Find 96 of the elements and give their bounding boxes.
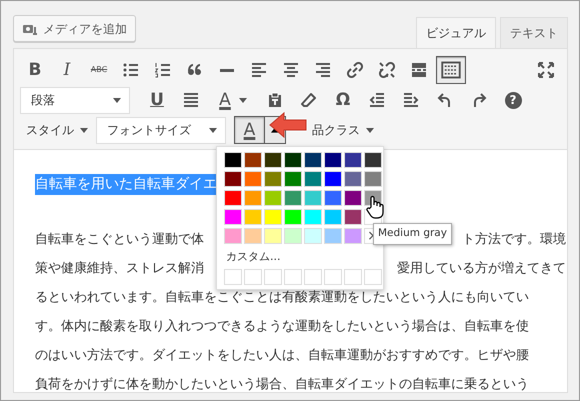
caret-icon [366, 128, 374, 132]
color-swatch[interactable] [364, 152, 382, 168]
link-icon [347, 62, 363, 78]
color-swatch[interactable] [284, 228, 302, 244]
color-swatch[interactable] [304, 190, 322, 206]
empty-swatch[interactable] [284, 268, 302, 284]
color-swatch[interactable] [284, 152, 302, 168]
color-swatch[interactable] [324, 152, 342, 168]
undo-icon [437, 92, 453, 108]
color-swatch[interactable] [344, 152, 362, 168]
product-class-menu[interactable]: 品クラス [306, 116, 380, 144]
paragraph-text: 自転車をこぐという運動で体 [35, 230, 204, 249]
special-character-button[interactable]: Ω [328, 86, 358, 114]
eraser-icon [301, 92, 317, 108]
empty-swatch[interactable] [364, 268, 382, 284]
color-swatch[interactable] [344, 209, 362, 225]
indent-icon [403, 92, 419, 108]
color-swatch[interactable] [224, 190, 242, 206]
color-swatch[interactable] [304, 209, 322, 225]
tooltip: Medium gray [373, 223, 452, 245]
editor-tab[interactable]: ビジュアル [416, 17, 496, 48]
color-swatch[interactable] [244, 228, 262, 244]
caret-icon [209, 128, 217, 132]
toolbar-toggle-icon [441, 60, 461, 80]
color-swatch[interactable] [284, 190, 302, 206]
fullscreen-icon [538, 62, 554, 78]
underline-button[interactable]: U [142, 86, 172, 114]
color-swatch[interactable] [224, 152, 242, 168]
editor-tab[interactable]: テキスト [500, 17, 568, 48]
empty-swatch[interactable] [344, 268, 362, 284]
color-swatch[interactable] [324, 171, 342, 187]
color-swatch[interactable] [244, 190, 262, 206]
color-swatch[interactable] [344, 171, 362, 187]
color-swatch[interactable] [224, 209, 242, 225]
color-swatch[interactable] [324, 190, 342, 206]
align-center-icon [283, 62, 299, 78]
align-left-icon [251, 62, 267, 78]
color-swatch[interactable] [264, 228, 282, 244]
unlink-icon [379, 62, 395, 78]
color-swatch[interactable] [264, 171, 282, 187]
color-swatch[interactable] [304, 228, 322, 244]
outdent-icon [369, 92, 385, 108]
text-color-button[interactable]: A [210, 86, 256, 114]
color-swatch[interactable] [264, 209, 282, 225]
redo-icon [471, 92, 487, 108]
color-swatch[interactable] [304, 152, 322, 168]
paragraph-text: 策や健康維持、ストレス解消 [35, 260, 204, 278]
color-swatch[interactable] [344, 228, 362, 244]
color-swatch[interactable] [244, 171, 262, 187]
color-swatch[interactable] [264, 190, 282, 206]
paragraph-text: ト方法です。環境 [462, 230, 566, 249]
caret-icon [113, 98, 121, 102]
bulleted-list-icon [123, 62, 139, 78]
color-swatch[interactable] [324, 228, 342, 244]
read-more-icon [411, 62, 427, 78]
style-menu[interactable]: スタイル [20, 116, 94, 144]
color-swatch[interactable] [324, 209, 342, 225]
color-swatch[interactable] [244, 152, 262, 168]
paragraph-text: す。体内に酸素を取り入れつつできるような運動をしたいという場合は、自転車を使 [35, 318, 529, 336]
color-swatch[interactable] [284, 209, 302, 225]
empty-swatch[interactable] [324, 268, 342, 284]
bold-button[interactable]: B [20, 56, 50, 84]
help-button[interactable]: ? [498, 86, 528, 114]
empty-swatch[interactable] [264, 268, 282, 284]
empty-swatch[interactable] [224, 268, 242, 284]
caret-icon [238, 98, 247, 102]
italic-button[interactable]: I [52, 56, 82, 84]
color-swatch[interactable] [304, 171, 322, 187]
color-swatch[interactable] [244, 209, 262, 225]
clipboard-icon [267, 92, 283, 108]
toolbar-button[interactable] [436, 56, 466, 84]
format-dropdown[interactable]: 段落 [20, 86, 130, 114]
numbered-list-icon [155, 62, 171, 78]
quote-icon [187, 62, 203, 78]
paragraph-text: 負荷をかけずに体を動かしたいという場合、自転車ダイエットの自転車に乗るという [35, 376, 529, 392]
color-swatch[interactable] [364, 171, 382, 187]
add-media-button[interactable]: メディアを追加 [13, 15, 136, 42]
color-swatch[interactable] [264, 152, 282, 168]
color-swatch[interactable] [284, 171, 302, 187]
custom-color-label[interactable]: カスタム... [226, 249, 377, 266]
paragraph-text: るといわれています。自転車をこぐことは有酸素運動をしたいという人にも向いてい [35, 288, 529, 307]
paragraph-text: 愛用している方が増えてきて [397, 260, 566, 278]
font-size-dropdown[interactable]: フォントサイズ [96, 116, 226, 144]
caret-icon [80, 128, 88, 132]
color-swatch[interactable] [224, 228, 242, 244]
pointer-arrow [268, 111, 308, 139]
text-color-button[interactable]: A [235, 117, 265, 143]
empty-swatch[interactable] [244, 268, 262, 284]
justify-icon [183, 92, 199, 108]
heading-text: 自転車を用いた自転車ダイエ [35, 174, 217, 195]
paragraph-text: のはいい方法です。ダイエットをしたい人は、自転車運動がおすすめです。ヒザや腰 [35, 346, 529, 365]
color-swatch[interactable] [344, 190, 362, 206]
color-swatch[interactable] [224, 171, 242, 187]
empty-swatch[interactable] [304, 268, 322, 284]
strikethrough-button[interactable]: ABC [84, 56, 114, 84]
align-right-icon [315, 62, 331, 78]
